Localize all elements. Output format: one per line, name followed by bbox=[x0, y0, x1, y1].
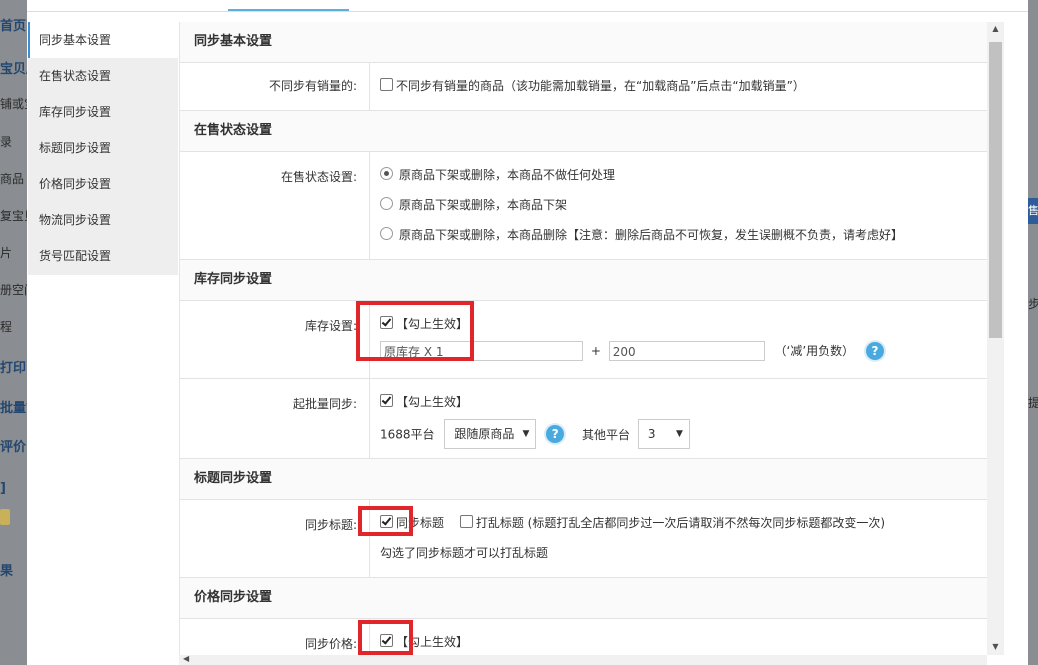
batch-effective-checkbox[interactable] bbox=[380, 394, 393, 407]
bg-fragment: 评价 bbox=[0, 440, 27, 455]
bg-icon bbox=[0, 509, 10, 525]
row-price: 同步价格: 【勾上生效】 bbox=[180, 619, 988, 655]
bg-fragment: 果 bbox=[0, 564, 14, 579]
scroll-left-icon[interactable]: ◀ bbox=[183, 654, 189, 663]
help-icon[interactable]: ? bbox=[546, 425, 565, 443]
bg-fragment: 铺或宝 bbox=[0, 97, 27, 111]
radio-keep[interactable] bbox=[380, 167, 393, 180]
bg-fragment: 打印 bbox=[0, 361, 27, 376]
title-sync-label: 同步标题: bbox=[180, 500, 370, 577]
nav-item-sku-match[interactable]: 货号匹配设置 bbox=[28, 238, 178, 274]
status-label: 在售状态设置: bbox=[180, 152, 370, 259]
price-label: 同步价格: bbox=[180, 619, 370, 655]
dialog-tab-strip bbox=[27, 0, 1028, 12]
bg-fragment: 宝贝/ bbox=[0, 62, 27, 77]
other-platform-value: 3 bbox=[647, 427, 656, 441]
no-sales-text: 不同步有销量的商品（该功能需加载销量，在“加载商品”后点击“加载销量”） bbox=[396, 79, 805, 93]
bg-fragment: ] bbox=[0, 481, 6, 496]
no-sales-label: 不同步有销量的: bbox=[180, 63, 370, 110]
scroll-down-icon[interactable]: ▼ bbox=[987, 642, 1004, 651]
bg-fragment: 册空间 bbox=[0, 283, 27, 297]
highlight-box bbox=[358, 506, 413, 536]
row-no-sales: 不同步有销量的: 不同步有销量的商品（该功能需加载销量，在“加载商品”后点击“加… bbox=[180, 63, 988, 111]
sync-settings-dialog: 同步基本设置 在售状态设置 库存同步设置 标题同步设置 价格同步设置 物流同步设… bbox=[27, 0, 1028, 665]
batch-label: 起批量同步: bbox=[180, 379, 370, 458]
radio-unlist[interactable] bbox=[380, 197, 393, 210]
bg-fragment: 录 bbox=[0, 135, 13, 149]
highlight-box bbox=[358, 620, 413, 655]
section-title-price: 价格同步设置 bbox=[180, 578, 988, 619]
status-option-1[interactable]: 原商品下架或删除，本商品不做任何处理 bbox=[380, 160, 988, 190]
section-title-title-sync: 标题同步设置 bbox=[180, 459, 988, 500]
shuffle-title-checkbox[interactable] bbox=[459, 515, 473, 528]
status-option-text: 原商品下架或删除，本商品不做任何处理 bbox=[399, 168, 616, 182]
settings-content: 同步基本设置 不同步有销量的: 不同步有销量的商品（该功能需加载销量，在“加载商… bbox=[179, 22, 988, 655]
row-status: 在售状态设置: 原商品下架或删除，本商品不做任何处理 原商品下架或删除，本商品下… bbox=[180, 152, 988, 260]
status-option-text: 原商品下架或删除，本商品下架 bbox=[399, 198, 568, 212]
nav-item-price[interactable]: 价格同步设置 bbox=[28, 166, 178, 202]
section-title-status: 在售状态设置 bbox=[180, 111, 988, 152]
bg-fragment: 程 bbox=[0, 320, 13, 334]
batch-effective-text: 【勾上生效】 bbox=[396, 395, 469, 409]
nav-item-status[interactable]: 在售状态设置 bbox=[28, 58, 178, 94]
horizontal-scrollbar[interactable]: ◀ bbox=[179, 654, 987, 665]
other-platform-select[interactable]: 3 ▼ bbox=[637, 419, 690, 449]
shuffle-title-text: 打乱标题 (标题打乱全店都同步过一次后请取消不然每次同步标题都改变一次) bbox=[475, 516, 886, 530]
highlight-box bbox=[356, 301, 474, 361]
row-title-sync: 同步标题: 同步标题 打乱标题 (标题打乱全店都同步过一次后请取消不然每次同步标… bbox=[180, 500, 988, 578]
radio-delete[interactable] bbox=[380, 227, 393, 240]
no-sales-checkbox[interactable] bbox=[380, 78, 393, 91]
nav-item-stock[interactable]: 库存同步设置 bbox=[28, 94, 178, 130]
stock-hint: （‘减’用负数） bbox=[774, 343, 855, 358]
status-option-3[interactable]: 原商品下架或删除，本商品删除【注意：删除后商品不可恢复，发生误删概不负责，请考虑… bbox=[380, 220, 988, 250]
nav-item-title[interactable]: 标题同步设置 bbox=[28, 130, 178, 166]
bg-fragment: 提 bbox=[1028, 396, 1038, 410]
bg-fragment: 首页7 bbox=[0, 19, 27, 34]
status-option-text: 原商品下架或删除，本商品删除【注意：删除后商品不可恢复，发生误删概不负责，请考虑… bbox=[399, 228, 904, 242]
section-title-stock: 库存同步设置 bbox=[180, 260, 988, 301]
bg-fragment: 商品 bbox=[0, 172, 25, 186]
active-tab-indicator bbox=[228, 9, 349, 11]
stock-add-input[interactable]: 200 bbox=[608, 341, 765, 361]
bg-fragment: 步 bbox=[1028, 297, 1038, 311]
status-option-2[interactable]: 原商品下架或删除，本商品下架 bbox=[380, 190, 988, 220]
platform-1688-value: 跟随原商品 bbox=[454, 427, 515, 441]
other-platform-label: 其他平台 bbox=[582, 427, 631, 442]
nav-item-logistics[interactable]: 物流同步设置 bbox=[28, 202, 178, 238]
bg-fragment: 片 bbox=[0, 246, 13, 260]
row-stock: 库存设置: 【勾上生效】 原库存 X 1 + 200 （‘减’用负数） ? bbox=[180, 301, 988, 379]
bg-button: 售 bbox=[1028, 198, 1038, 224]
scrollbar-thumb[interactable] bbox=[989, 42, 1002, 338]
bg-fragment: 批量管 bbox=[0, 401, 27, 416]
chevron-down-icon: ▼ bbox=[675, 429, 683, 439]
plus-sign: + bbox=[590, 343, 601, 358]
background-page-right: 售 步 提 bbox=[1028, 0, 1038, 665]
title-sync-note: 勾选了同步标题才可以打乱标题 bbox=[380, 546, 549, 560]
bg-fragment: 复宝贝 bbox=[0, 209, 27, 223]
vertical-scrollbar[interactable]: ▲ ▼ bbox=[987, 22, 1004, 655]
background-page-left: 首页7 宝贝/ 铺或宝 录 商品 复宝贝 片 册空间 程 打印 批量管 评价 ]… bbox=[0, 0, 27, 665]
stock-label: 库存设置: bbox=[180, 301, 370, 378]
chevron-down-icon: ▼ bbox=[522, 429, 530, 439]
platform-1688-label: 1688平台 bbox=[380, 427, 435, 442]
help-icon[interactable]: ? bbox=[866, 342, 885, 360]
scroll-up-icon[interactable]: ▲ bbox=[987, 24, 1004, 33]
section-title-basic: 同步基本设置 bbox=[180, 22, 988, 63]
platform-1688-select[interactable]: 跟随原商品 ▼ bbox=[444, 419, 537, 449]
settings-nav: 同步基本设置 在售状态设置 库存同步设置 标题同步设置 价格同步设置 物流同步设… bbox=[28, 22, 178, 275]
nav-item-basic[interactable]: 同步基本设置 bbox=[28, 22, 178, 58]
row-batch: 起批量同步: 【勾上生效】 1688平台 跟随原商品 ▼ ? 其他平台 3 ▼ bbox=[180, 379, 988, 459]
